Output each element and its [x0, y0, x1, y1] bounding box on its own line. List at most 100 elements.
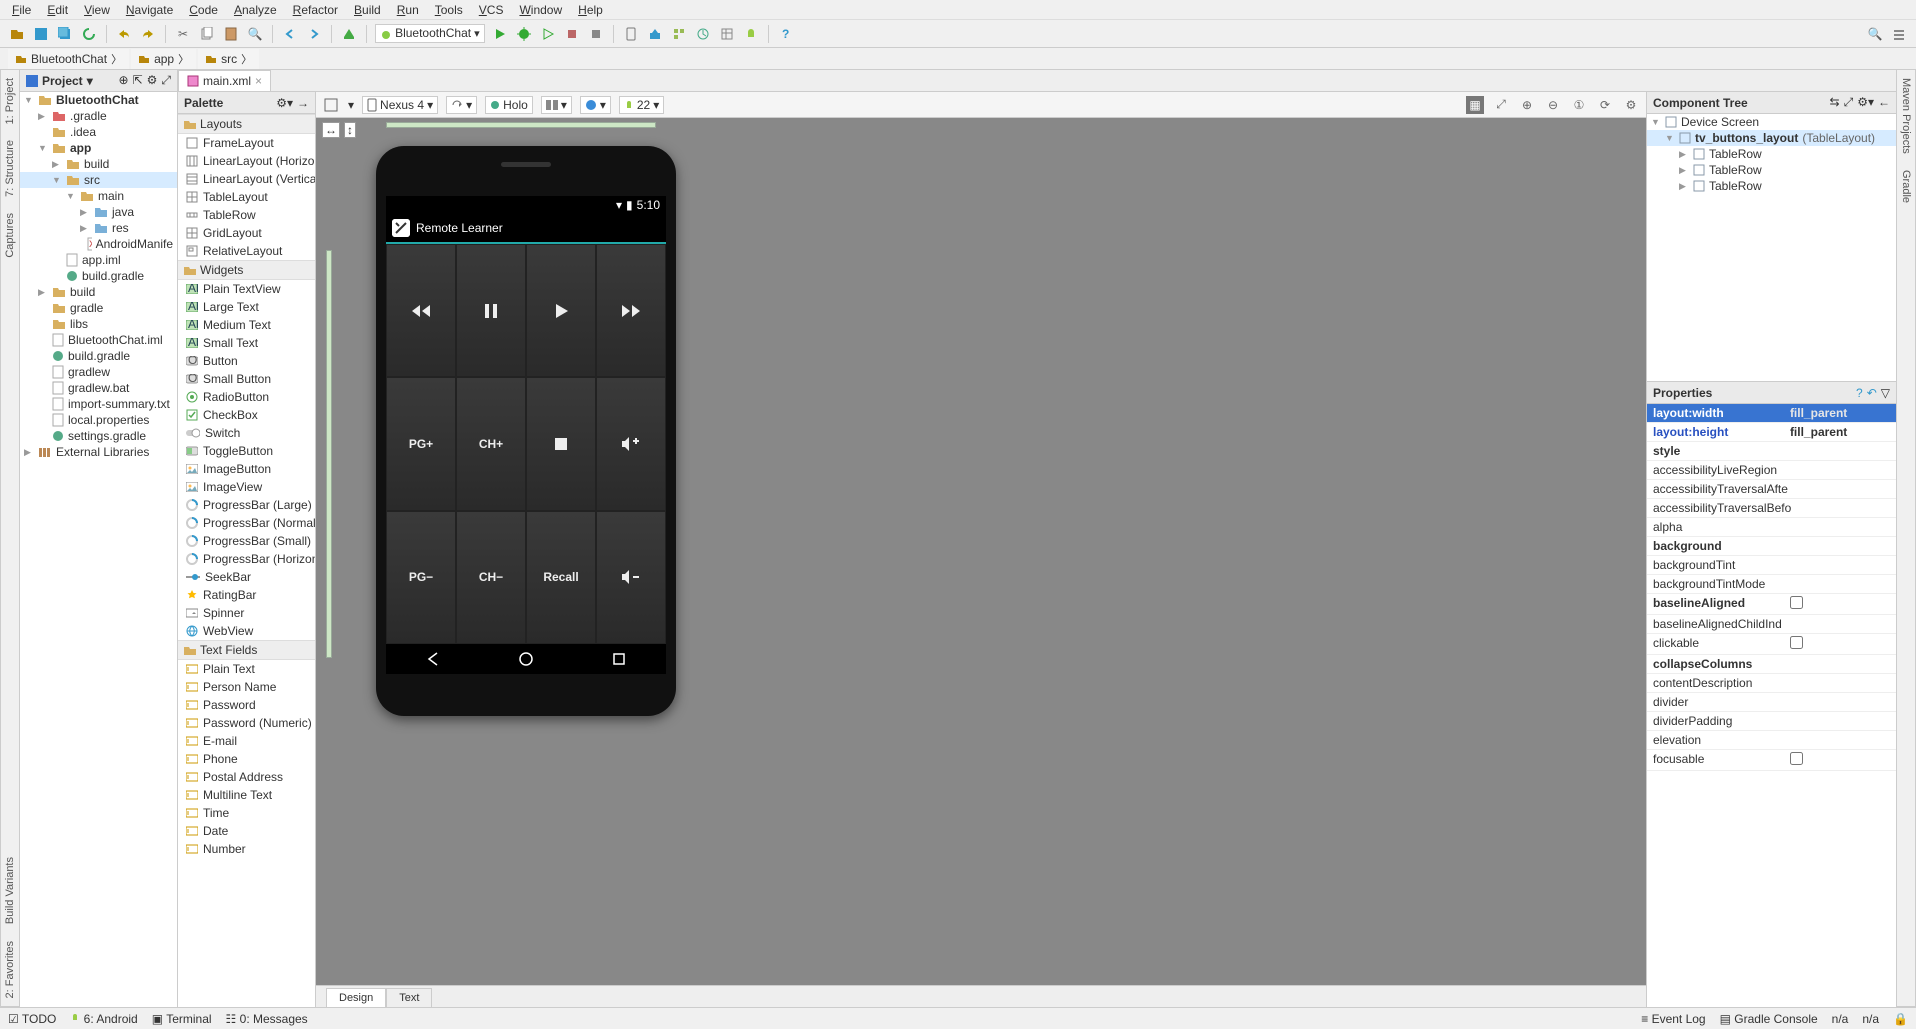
property-row[interactable]: accessibilityLiveRegion — [1647, 461, 1896, 480]
tree-node[interactable]: gradlew — [20, 364, 177, 380]
palette-item[interactable]: TableRow — [178, 206, 315, 224]
breadcrumb-item[interactable]: src 〉 — [198, 49, 259, 69]
back-icon[interactable] — [281, 25, 299, 43]
breadcrumb-item[interactable]: BluetoothChat 〉 — [8, 49, 129, 69]
property-row[interactable]: dividerPadding — [1647, 712, 1896, 731]
zoom-in-icon[interactable]: ⊕ — [1518, 96, 1536, 114]
property-row[interactable]: baselineAlignedChildInd — [1647, 615, 1896, 634]
remote-button[interactable]: CH+ — [456, 377, 526, 510]
gradle-sync-icon[interactable] — [694, 25, 712, 43]
editor-tab[interactable]: main.xml × — [178, 70, 271, 91]
menu-vcs[interactable]: VCS — [473, 2, 510, 18]
status-messages[interactable]: ☷ 0: Messages — [226, 1012, 308, 1026]
palette-item[interactable]: Plain Text — [178, 660, 315, 678]
copy-icon[interactable] — [198, 25, 216, 43]
menu-file[interactable]: File — [6, 2, 37, 18]
design-canvas[interactable]: ↔ ↕ ▾ ▮ 5:10 — [316, 118, 1646, 985]
tree-node[interactable]: gradlew.bat — [20, 380, 177, 396]
zoom-fit-icon[interactable]: ⤢ — [1492, 96, 1510, 114]
tree-node[interactable]: local.properties — [20, 412, 177, 428]
menu-window[interactable]: Window — [513, 2, 568, 18]
menu-view[interactable]: View — [78, 2, 116, 18]
remote-button[interactable]: PG− — [386, 511, 456, 644]
property-row[interactable]: focusable — [1647, 750, 1896, 771]
tree-node[interactable]: .idea — [20, 124, 177, 140]
tree-node[interactable]: ▶build — [20, 284, 177, 300]
palette-item[interactable]: ProgressBar (Horizontal) — [178, 550, 315, 568]
revert-icon[interactable]: ↶ — [1867, 386, 1877, 400]
sidebar-build-variants-tab[interactable]: Build Variants — [2, 849, 18, 932]
component-node[interactable]: ▼Device Screen — [1647, 114, 1896, 130]
design-tab[interactable]: Design — [326, 988, 386, 1007]
ddms-icon[interactable] — [670, 25, 688, 43]
toggle-layout-icon[interactable] — [322, 96, 340, 114]
run-icon[interactable] — [491, 25, 509, 43]
menu-refactor[interactable]: Refactor — [287, 2, 344, 18]
palette-item[interactable]: OKButton — [178, 352, 315, 370]
tree-node[interactable]: build.gradle — [20, 268, 177, 284]
palette-section[interactable]: Layouts — [178, 114, 315, 134]
breadcrumb-item[interactable]: app 〉 — [131, 49, 196, 69]
sidebar-maven-tab[interactable]: Maven Projects — [1898, 70, 1914, 162]
palette-item[interactable]: ProgressBar (Normal) — [178, 514, 315, 532]
redo-icon[interactable] — [139, 25, 157, 43]
hide-icon[interactable]: → — [297, 96, 309, 110]
tree-node[interactable]: ▶java — [20, 204, 177, 220]
component-node[interactable]: ▶TableRow — [1647, 146, 1896, 162]
gear-icon[interactable]: ⚙▾ — [276, 96, 293, 110]
palette-item[interactable]: AbMedium Text — [178, 316, 315, 334]
orientation-selector[interactable]: ▾ — [446, 96, 477, 114]
palette-item[interactable]: OKSmall Button — [178, 370, 315, 388]
menu-code[interactable]: Code — [183, 2, 224, 18]
status-gradle-console[interactable]: ▤ Gradle Console — [1720, 1012, 1818, 1026]
save-all-icon[interactable] — [56, 25, 74, 43]
attach-debugger-icon[interactable] — [563, 25, 581, 43]
property-row[interactable]: divider — [1647, 693, 1896, 712]
property-row[interactable]: style — [1647, 442, 1896, 461]
tree-node[interactable]: xAndroidManife — [20, 236, 177, 252]
make-icon[interactable] — [340, 25, 358, 43]
palette-item[interactable]: RadioButton — [178, 388, 315, 406]
tree-node[interactable]: ▶.gradle — [20, 108, 177, 124]
tree-node[interactable]: app.iml — [20, 252, 177, 268]
property-checkbox[interactable] — [1790, 636, 1803, 649]
run-profile-icon[interactable] — [539, 25, 557, 43]
tree-node[interactable]: build.gradle — [20, 348, 177, 364]
refresh-icon[interactable]: ⟳ — [1596, 96, 1614, 114]
menu-help[interactable]: Help — [572, 2, 609, 18]
menu-run[interactable]: Run — [391, 2, 425, 18]
undo-icon[interactable] — [115, 25, 133, 43]
palette-item[interactable]: Time — [178, 804, 315, 822]
component-node[interactable]: ▶TableRow — [1647, 162, 1896, 178]
property-checkbox[interactable] — [1790, 752, 1803, 765]
property-row[interactable]: alpha — [1647, 518, 1896, 537]
property-row[interactable]: baselineAligned — [1647, 594, 1896, 615]
sdk-icon[interactable] — [646, 25, 664, 43]
remote-button[interactable] — [386, 244, 456, 377]
menu-build[interactable]: Build — [348, 2, 387, 18]
tree-node[interactable]: BluetoothChat.iml — [20, 332, 177, 348]
avd-icon[interactable] — [622, 25, 640, 43]
tree-node[interactable]: gradle — [20, 300, 177, 316]
close-tab-icon[interactable]: × — [255, 74, 262, 88]
palette-item[interactable]: AbSmall Text — [178, 334, 315, 352]
menu-navigate[interactable]: Navigate — [120, 2, 179, 18]
layout-variants-selector[interactable]: ▾ — [541, 96, 572, 114]
forward-icon[interactable] — [305, 25, 323, 43]
property-row[interactable]: elevation — [1647, 731, 1896, 750]
status-lock-icon[interactable]: 🔒 — [1893, 1012, 1908, 1026]
property-row[interactable]: background — [1647, 537, 1896, 556]
device-selector[interactable]: Nexus 4 ▾ — [362, 96, 438, 114]
property-row[interactable]: backgroundTint — [1647, 556, 1896, 575]
palette-item[interactable]: AbLarge Text — [178, 298, 315, 316]
palette-item[interactable]: AbPlain TextView — [178, 280, 315, 298]
tree-node[interactable]: ▼src — [20, 172, 177, 188]
remote-button[interactable]: CH− — [456, 511, 526, 644]
palette-item[interactable]: SeekBar — [178, 568, 315, 586]
palette-item[interactable]: LinearLayout (Vertical) — [178, 170, 315, 188]
remote-button[interactable] — [526, 244, 596, 377]
palette-item[interactable]: RatingBar — [178, 586, 315, 604]
theme-selector[interactable]: Holo — [485, 96, 533, 114]
collapse-all-icon[interactable]: ⇱ — [133, 73, 143, 88]
component-node[interactable]: ▶TableRow — [1647, 178, 1896, 194]
